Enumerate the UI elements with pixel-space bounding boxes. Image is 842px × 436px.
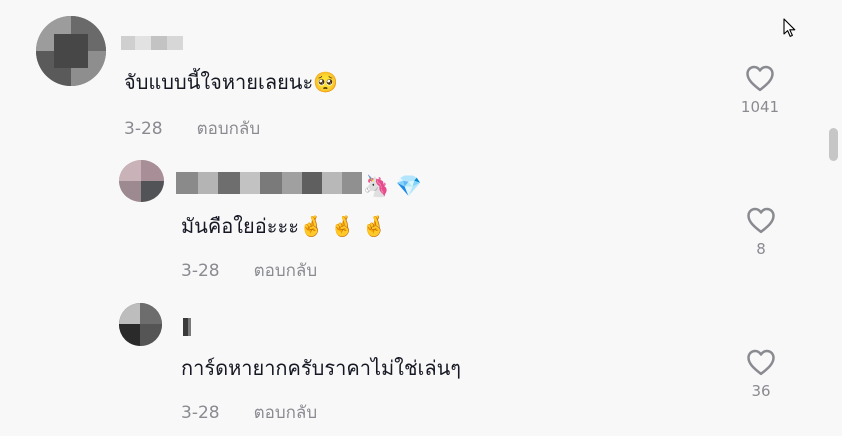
heart-outline-icon[interactable]: [746, 206, 776, 234]
username-badges: 🦄 💎: [363, 174, 422, 198]
comment-date: 3-28: [181, 261, 220, 281]
comment-text: จับแบบนี้ใจหายเลยนะ🥺: [124, 70, 339, 94]
like-count: 8: [756, 240, 766, 258]
avatar[interactable]: [36, 16, 106, 86]
heart-outline-icon[interactable]: [745, 64, 775, 92]
scrollbar-thumb[interactable]: [829, 128, 838, 161]
username[interactable]: [183, 318, 191, 336]
comment-meta: 3-28 ตอบกลับ: [181, 399, 317, 426]
like-count: 1041: [740, 98, 780, 116]
avatar[interactable]: [119, 303, 162, 346]
scrollbar[interactable]: [824, 0, 842, 436]
username[interactable]: [121, 36, 183, 50]
comment-meta: 3-28 ตอบกลับ: [181, 257, 317, 284]
like-button[interactable]: 36: [741, 348, 781, 400]
heart-outline-icon[interactable]: [746, 348, 776, 376]
like-count: 36: [751, 382, 771, 400]
comment-meta: 3-28 ตอบกลับ: [124, 115, 260, 142]
like-button[interactable]: 1041: [740, 64, 780, 116]
reply-button[interactable]: ตอบกลับ: [197, 119, 261, 139]
reply-button[interactable]: ตอบกลับ: [254, 403, 318, 423]
reply-button[interactable]: ตอบกลับ: [254, 261, 318, 281]
mouse-pointer-icon: [783, 18, 796, 37]
comment-text: มันคือใยอ่ะะะ🤞 🤞 🤞: [181, 214, 387, 238]
comment-date: 3-28: [124, 119, 163, 139]
comment-date: 3-28: [181, 403, 220, 423]
username[interactable]: [176, 172, 362, 194]
avatar[interactable]: [119, 160, 164, 202]
comment-text: การ์ดหายากครับราคาไม่ใช่เล่นๆ: [181, 356, 462, 380]
like-button[interactable]: 8: [741, 206, 781, 258]
